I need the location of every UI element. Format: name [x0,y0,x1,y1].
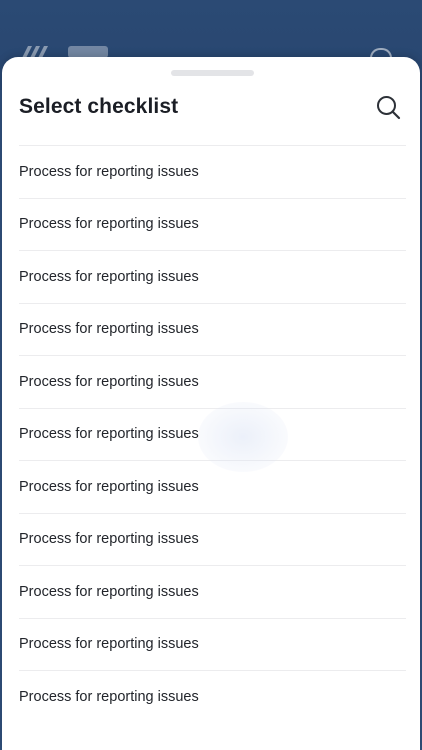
checklist-item[interactable]: Process for reporting issues [19,461,406,514]
search-icon [377,96,401,120]
checklist-item[interactable]: Process for reporting issues [19,619,406,671]
checklist-item-label: Process for reporting issues [19,583,199,600]
sheet-grabber[interactable] [171,70,254,76]
checklist-item[interactable]: Process for reporting issues [19,671,406,724]
checklist-item[interactable]: Process for reporting issues [19,146,406,199]
checklist-item[interactable]: Process for reporting issues [19,199,406,251]
select-checklist-sheet: Select checklist Process for reporting i… [2,57,420,750]
checklist-item-label: Process for reporting issues [19,689,199,706]
search-button[interactable] [370,89,408,127]
checklist-item[interactable]: Process for reporting issues [19,356,406,409]
checklist-item-label: Process for reporting issues [19,373,199,390]
checklist-item-label: Process for reporting issues [19,216,199,233]
checklist-item-label: Process for reporting issues [19,478,199,495]
checklist-item[interactable]: Process for reporting issues [19,304,406,356]
checklist-item[interactable]: Process for reporting issues [19,251,406,304]
checklist-item[interactable]: Process for reporting issues [19,566,406,619]
checklist-item-label: Process for reporting issues [19,426,199,443]
checklist-item-label: Process for reporting issues [19,636,199,653]
checklist-item[interactable]: Process for reporting issues [19,409,406,461]
checklist-list: Process for reporting issues Process for… [19,145,406,724]
checklist-item-label: Process for reporting issues [19,531,199,548]
checklist-item-label: Process for reporting issues [19,163,199,180]
checklist-item[interactable]: Process for reporting issues [19,514,406,566]
checklist-item-label: Process for reporting issues [19,268,199,285]
sheet-title: Select checklist [19,95,179,118]
checklist-item-label: Process for reporting issues [19,321,199,338]
